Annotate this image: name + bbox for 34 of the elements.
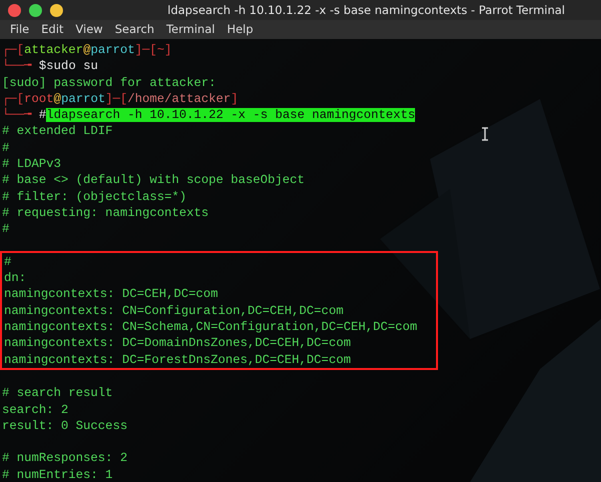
menu-item[interactable]: View	[70, 20, 109, 39]
terminal-line: # numEntries: 1	[1, 466, 113, 482]
terminal-line: #	[1, 140, 10, 156]
menu-item[interactable]: Edit	[35, 20, 70, 39]
close-button[interactable]	[8, 4, 21, 16]
terminal-line: namingcontexts: CN=Schema,CN=Configuration,DC=CEH,DC=com	[3, 319, 418, 336]
terminal-line: search: 2	[1, 402, 68, 418]
terminal-line: namingcontexts: DC=DomainDnsZones,DC=CEH,DC=com	[3, 335, 351, 352]
terminal-line: # LDAPv3	[1, 156, 62, 172]
terminal-line: namingcontexts: DC=CEH,DC=com	[3, 286, 218, 303]
terminal-line: namingcontexts: DC=ForestDnsZones,DC=CEH,DC=com	[3, 352, 351, 368]
terminal-line: #	[1, 221, 10, 238]
menu-item[interactable]: Search	[108, 20, 160, 39]
terminal-line: # requesting: namingcontexts	[1, 204, 209, 222]
menu-item[interactable]: File	[4, 20, 36, 39]
minimize-button[interactable]	[50, 4, 63, 16]
terminal-line: #	[3, 254, 12, 270]
window-title: ldapsearch -h 10.10.1.22 -x -s base namingcontexts - Parrot Terminal	[168, 2, 565, 19]
terminal-line: # filter: (objectclass=*)	[1, 188, 186, 205]
menu-item[interactable]: Help	[220, 20, 260, 39]
terminal-line: dn:	[3, 270, 26, 286]
terminal-line: result: 0 Success	[1, 418, 128, 434]
terminal-line: [sudo] password for attacker:	[1, 74, 216, 91]
terminal-line: └──╼ $sudo su	[1, 58, 98, 75]
terminal-line: namingcontexts: CN=Configuration,DC=CEH,DC=com	[3, 302, 344, 320]
terminal-line: # numResponses: 2	[1, 450, 128, 467]
menu-item[interactable]: Terminal	[160, 20, 221, 39]
terminal-line: # extended LDIF	[1, 123, 113, 140]
terminal-line: # base <> (default) with scope baseObject	[1, 172, 305, 189]
terminal-line: ┌─[root@parrot]─[/home/attacker]	[1, 90, 238, 108]
terminal-line: # search result	[1, 385, 113, 402]
maximize-button[interactable]	[29, 4, 42, 16]
text-cursor-icon	[481, 127, 489, 141]
terminal-line: ┌─[attacker@parrot]─[~]	[1, 42, 172, 58]
